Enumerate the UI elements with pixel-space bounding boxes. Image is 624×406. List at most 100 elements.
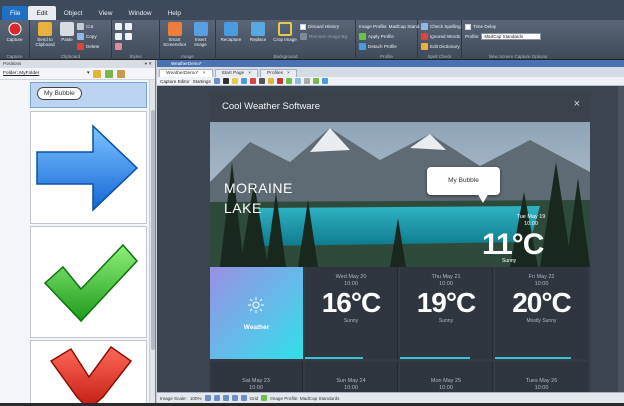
refresh-icon[interactable] [105, 69, 114, 78]
send-to-clipboard-button[interactable]: Send to Clipboard [33, 22, 57, 47]
status-bar: Image Scale: 100% Grid Image Profile: Ma… [157, 392, 624, 403]
cut-button[interactable]: Cut [77, 22, 99, 31]
style-pen-button[interactable] [115, 32, 122, 41]
menu-window[interactable]: Window [120, 6, 159, 20]
insert-image-icon [193, 22, 208, 36]
tab-profiles[interactable]: Profiles × [260, 69, 297, 77]
grid-toggle-icon[interactable] [240, 395, 247, 401]
insert-image-button[interactable]: Insert Image [189, 22, 212, 47]
menu-file[interactable]: File [2, 6, 29, 20]
ignored-words-button[interactable]: Ignored Words [421, 32, 461, 41]
copy-button[interactable]: Copy [77, 32, 99, 41]
forecast-card[interactable]: Thu May 21 10:00 19°C Sunny [400, 267, 493, 359]
thumbnail-check[interactable] [30, 226, 147, 338]
fit-icon[interactable] [222, 395, 229, 401]
callout-bubble[interactable]: My Bubble [427, 167, 500, 203]
thumbnail-bubble[interactable]: My Bubble [30, 82, 147, 108]
text-tool-icon[interactable] [240, 78, 247, 84]
arrow-tool-icon[interactable] [321, 78, 328, 84]
style-line-button[interactable] [125, 32, 132, 41]
discard-history-checkbox[interactable]: Discard History [300, 22, 347, 31]
tab-weatherdemo[interactable]: WeatherDemo* × [159, 69, 213, 77]
close-icon[interactable]: × [203, 70, 206, 77]
style-fill-button[interactable] [125, 22, 132, 31]
blur-tool-icon[interactable] [294, 78, 301, 84]
image-profile-field[interactable]: Image Profile: MadCap Stand... [359, 22, 423, 31]
capture-canvas[interactable]: Cool Weather Software × MORAINE LAKE My … [157, 86, 624, 392]
menu-object[interactable]: Object [56, 6, 91, 20]
check-spelling-button[interactable]: Check Spelling [421, 22, 461, 31]
forecast-card[interactable]: Sat May 23 10:00 [210, 362, 303, 392]
style-brush-button[interactable] [115, 22, 122, 31]
shape-tool-icon[interactable] [249, 78, 256, 84]
menu-view[interactable]: View [90, 6, 120, 20]
panel-close-icon[interactable]: ▾ ✕ [145, 60, 155, 68]
forecast-card[interactable]: Fri May 22 10:00 20°C Mostly Sunny [495, 267, 588, 359]
edit-dictionary-button[interactable]: Edit Dictionary [421, 42, 461, 51]
forecast-bar [400, 357, 470, 359]
menu-edit[interactable]: Edit [28, 6, 56, 20]
styles-tools [115, 22, 122, 51]
profile-icon[interactable] [261, 395, 268, 401]
zoom-tool-icon[interactable] [303, 78, 310, 84]
replace-button[interactable]: Replace [246, 22, 270, 42]
capture-button[interactable]: Capture [3, 22, 26, 42]
app-root: File Edit Object View Window Help Captur… [0, 0, 624, 406]
folder-icon[interactable] [93, 69, 102, 78]
pen-tool-icon[interactable] [276, 78, 283, 84]
ribbon-group-label: Clipboard [60, 54, 81, 59]
recapture-button[interactable]: Recapture [219, 22, 243, 42]
image-scale-value[interactable]: 100% [190, 396, 202, 401]
panel-scrollbar[interactable] [149, 80, 155, 403]
forecast-temperature: 19°C [416, 287, 477, 318]
thumbnail-arrow[interactable] [30, 111, 147, 224]
forecast-condition: Mostly Sunny [526, 318, 557, 324]
tab-start-page[interactable]: Start Page × [214, 69, 259, 77]
paste-button[interactable]: Paste [60, 22, 74, 42]
scrollbar-thumb[interactable] [151, 110, 155, 350]
line-tool-icon[interactable] [258, 78, 265, 84]
thumbnail-cross[interactable] [30, 340, 147, 403]
select-tool-icon[interactable] [213, 78, 220, 84]
replace-label: Replace [249, 37, 267, 42]
forecast-card[interactable]: Mon May 25 10:00 [400, 362, 493, 392]
style-eraser-button[interactable] [115, 42, 122, 51]
highlight-tool-icon[interactable] [267, 78, 274, 84]
stamp-tool-icon[interactable] [285, 78, 292, 84]
profile-dropdown[interactable]: MadCap Standards [481, 33, 542, 40]
weather-tile[interactable]: Weather [210, 267, 303, 359]
detach-profile-icon [359, 43, 366, 50]
close-icon[interactable]: × [248, 70, 251, 77]
detach-profile-button[interactable]: Detach Profile [359, 42, 423, 51]
zoom-in-icon[interactable] [213, 395, 220, 401]
smart-screenshot-button[interactable]: Smart Screenshot [163, 22, 186, 47]
smart-screenshot-label: Smart Screenshot [163, 37, 186, 47]
magnify-tool-icon[interactable] [312, 78, 319, 84]
editor-mode[interactable]: Startings [193, 79, 211, 84]
apply-profile-button[interactable]: Apply Profile [359, 32, 423, 41]
close-icon[interactable]: × [287, 70, 290, 77]
folder-path[interactable]: Folder: MyFolder [3, 71, 83, 76]
pointer-tool-icon[interactable] [222, 78, 229, 84]
forecast-card[interactable]: Wed May 20 10:00 16°C Sunny [305, 267, 398, 359]
dropdown-icon[interactable]: ▾ [87, 71, 89, 76]
remove-image-bg-button[interactable]: Remove Image Bg [300, 32, 347, 41]
crop-image-button[interactable]: Crop Image [273, 22, 297, 42]
forecast-card[interactable]: Sun May 24 10:00 [305, 362, 398, 392]
crop-image-label: Crop Image [273, 37, 297, 42]
background-small-actions: Discard History Remove Image Bg [300, 22, 347, 41]
forecast-time: 10:00 [439, 385, 453, 391]
canvas-scrollbar[interactable] [618, 86, 624, 392]
clipboard-icon [38, 22, 52, 36]
delete-button[interactable]: Delete [77, 42, 99, 51]
options-icon[interactable] [117, 69, 126, 78]
forecast-card[interactable]: Tues May 26 10:00 [495, 362, 588, 392]
time-delay-checkbox[interactable]: Time Delay [465, 22, 541, 31]
zoom-out-icon[interactable] [204, 395, 211, 401]
detach-profile-label: Detach Profile [368, 44, 397, 49]
crop-tool-icon[interactable] [231, 78, 238, 84]
close-icon[interactable]: × [574, 98, 580, 110]
menu-help[interactable]: Help [160, 6, 189, 20]
grid-label[interactable]: Grid [250, 396, 259, 401]
actual-size-icon[interactable] [231, 395, 238, 401]
